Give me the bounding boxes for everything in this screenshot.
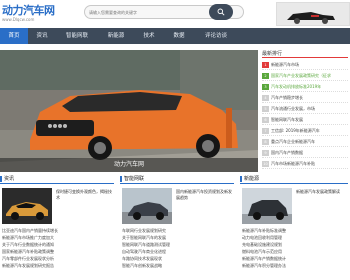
hero-slider[interactable]: 动力汽车网	[0, 50, 258, 172]
list-item[interactable]: 智能网联汽车道路测试管理	[122, 242, 234, 248]
main-nav: 首页 资讯 智能网联 新能源 技术 数据 评论访谈	[0, 28, 350, 44]
ranking-item[interactable]: 2 国家汽车产业发展政策研究（征求	[262, 71, 348, 81]
section-marker	[120, 175, 122, 182]
rank-text: 工信部: 2019年新能源汽车	[271, 128, 320, 133]
list-item[interactable]: 关于智能网联汽车的发展	[122, 235, 234, 241]
nav-item-new-energy[interactable]: 新能源	[98, 28, 134, 44]
rank-text: 汽车产销稳步增长	[271, 95, 303, 100]
rank-number: 2	[262, 73, 269, 79]
rank-number: 4	[262, 95, 269, 101]
rank-number: 6	[262, 117, 269, 123]
rank-number: 9	[262, 150, 269, 156]
ranking-item[interactable]: 6 智能网联汽车发展	[262, 115, 348, 125]
search-icon	[217, 8, 225, 16]
nav-item-news[interactable]: 资讯	[28, 28, 56, 44]
connected-feature-thumb[interactable]	[122, 188, 172, 224]
connected-feature-title[interactable]: 国内新能源汽车投资规划及新发展趋势	[176, 189, 234, 201]
section-connected: 智能网联 国内新能源汽车投资规划及新发展趋势 车联网行业发展规划研究 关于智能网…	[120, 174, 236, 280]
rank-text: 国内汽车产销数据	[271, 150, 303, 155]
list-item[interactable]: 比亚迪汽车国内产销量持续增长	[2, 228, 114, 234]
list-item[interactable]: 燃料电池汽车示范应用	[242, 249, 348, 255]
ev-feature-title[interactable]: 新能源汽车发展政策解读	[296, 189, 348, 195]
suv-image	[242, 188, 292, 224]
rank-text: 智能网联汽车发展	[271, 117, 303, 122]
hero-car-image	[0, 50, 258, 172]
list-item[interactable]: 关于汽车行业数据统计的通知	[2, 242, 114, 248]
section-title: 资讯	[4, 176, 15, 182]
ranking-item[interactable]: 5 汽车流通行业发展，市场	[262, 104, 348, 114]
list-item[interactable]: 智能汽车创新发展战略	[122, 263, 234, 269]
ranking-item[interactable]: 7 工信部: 2019年新能源汽车	[262, 126, 348, 136]
list-item[interactable]: 国家新能源汽车补贴政策调整	[2, 249, 114, 255]
nav-item-home[interactable]: 首页	[0, 28, 28, 44]
list-item[interactable]: 充电基础设施建设规划	[242, 242, 348, 248]
ranking-item[interactable]: 3 汽车发动机排放标准2019年	[262, 82, 348, 92]
ranking-item[interactable]: 10 汽车市场新能源汽车补贴	[262, 159, 348, 169]
nav-item-connected[interactable]: 智能网联	[56, 28, 98, 44]
car-image	[122, 188, 172, 224]
latest-ranking: 最新排行 1 新能源汽车市场 2 国家汽车产业发展政策研究（征求 3 汽车发动机排放标…	[258, 46, 350, 174]
rank-number: 5	[262, 106, 269, 112]
section-header[interactable]: 智能网联	[120, 174, 234, 184]
sports-car-image	[2, 188, 52, 224]
news-feature-thumb[interactable]	[2, 188, 52, 224]
list-item[interactable]: 新能源汽车发展规划研究报告	[2, 263, 114, 269]
ranking-item[interactable]: 1 新能源汽车市场	[262, 60, 348, 70]
nav-item-data[interactable]: 数据	[164, 28, 194, 44]
section-title: 新能源	[244, 176, 260, 182]
section-new-energy: 新能源 新能源汽车发展政策解读 新能源汽车补贴标准调整 动力电池回收利用管理 充…	[240, 174, 350, 280]
rank-number: 8	[262, 139, 269, 145]
section-header[interactable]: 资讯	[0, 174, 114, 184]
banner-car-image	[277, 3, 349, 25]
ranking-item[interactable]: 4 汽车产销稳步增长	[262, 93, 348, 103]
ranking-divider	[262, 57, 348, 58]
rank-text: 新能源汽车市场	[271, 62, 299, 67]
section-marker	[240, 175, 242, 182]
section-title: 智能网联	[124, 176, 145, 182]
header-banner-ad[interactable]	[276, 2, 350, 26]
list-item[interactable]: 自动驾驶汽车商业化进程	[122, 249, 234, 255]
ranking-title: 最新排行	[262, 51, 283, 57]
list-item[interactable]: 新能源汽车市场推广力度加大	[2, 235, 114, 241]
list-item[interactable]: 车路协同技术发展现状	[122, 256, 234, 262]
rank-number: 1	[262, 62, 269, 68]
rank-text: 重点汽车企业新能源汽车	[271, 139, 315, 144]
ev-feature-thumb[interactable]	[242, 188, 292, 224]
list-item[interactable]: 新能源汽车积分管理办法	[242, 263, 348, 269]
search-input[interactable]	[89, 7, 215, 17]
rank-number: 3	[262, 84, 269, 90]
section-marker	[0, 175, 2, 182]
rank-text: 汽车发动机排放标准2019年	[271, 84, 322, 89]
nav-item-interviews[interactable]: 评论访谈	[194, 28, 238, 44]
list-item[interactable]: 新能源汽车产销数据统计	[242, 256, 348, 262]
rank-number: 10	[262, 161, 269, 167]
news-feature-title[interactable]: 保时捷可变换外观颜色，揭秘技术	[56, 189, 114, 201]
search-button[interactable]	[209, 4, 233, 20]
hero-caption[interactable]: 动力汽车网	[0, 158, 258, 172]
logo-text: 动力汽车网	[2, 4, 55, 17]
list-item[interactable]: 汽车零部件行业发展现状分析	[2, 256, 114, 262]
section-news: 资讯 保时捷可变换外观颜色，揭秘技术 比亚迪汽车国内产销量持续增长 新能源汽车市…	[0, 174, 116, 280]
nav-item-tech[interactable]: 技术	[134, 28, 164, 44]
logo-url: www.Dlqcw.com	[2, 17, 35, 22]
list-item[interactable]: 车联网行业发展规划研究	[122, 228, 234, 234]
ranking-item[interactable]: 9 国内汽车产销数据	[262, 148, 348, 158]
rank-number: 7	[262, 128, 269, 134]
site-header: 动力汽车网 www.Dlqcw.com	[0, 0, 350, 28]
section-header[interactable]: 新能源	[240, 174, 348, 184]
ranking-item[interactable]: 8 重点汽车企业新能源汽车	[262, 137, 348, 147]
site-logo[interactable]: 动力汽车网 www.Dlqcw.com	[2, 5, 62, 25]
list-item[interactable]: 动力电池回收利用管理	[242, 235, 348, 241]
list-item[interactable]: 新能源汽车补贴标准调整	[242, 228, 348, 234]
rank-text: 汽车流通行业发展，市场	[271, 106, 315, 111]
rank-text: 汽车市场新能源汽车补贴	[271, 161, 315, 166]
rank-text: 国家汽车产业发展政策研究（征求	[271, 73, 331, 78]
